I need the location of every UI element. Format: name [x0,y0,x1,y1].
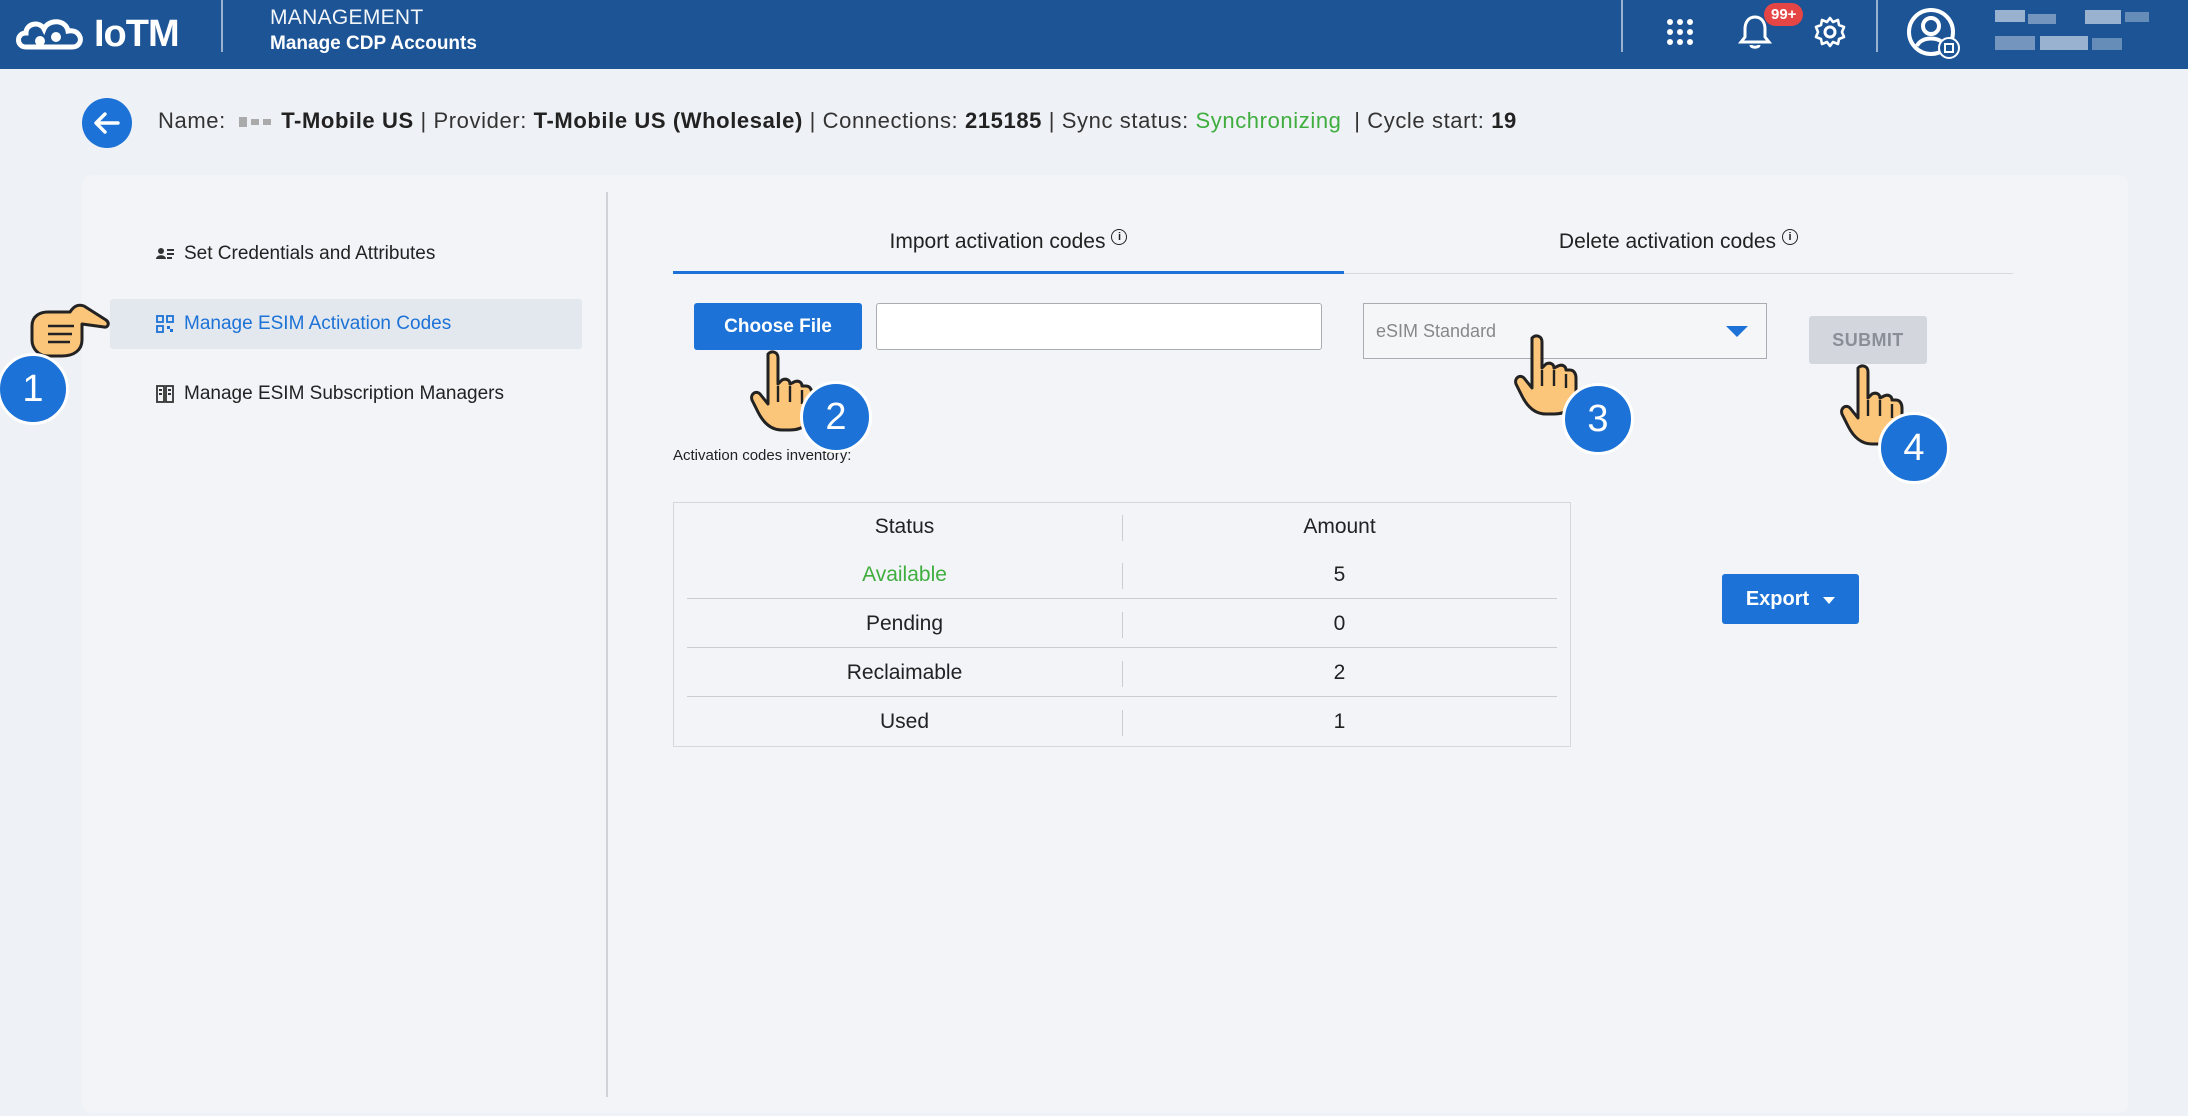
info-icon: i [1111,229,1128,245]
sync-status-label: | Sync status: [1048,108,1189,133]
provider-label: | Provider: [420,108,527,133]
choose-file-button[interactable]: Choose File [694,303,862,350]
inventory-table: Status Amount Available 5 Pending 0 Recl… [673,502,1571,747]
select-value: eSIM Standard [1376,320,1497,341]
sidebar-item-label: Set Credentials and Attributes [184,243,436,264]
file-name-field[interactable] [876,303,1322,350]
credentials-icon [156,248,174,259]
amount-cell: 0 [1122,600,1557,647]
export-label: Export [1745,587,1810,610]
tab-label: Delete activation codes [1558,230,1777,253]
status-cell: Pending [865,611,944,635]
section-title: MANAGEMENT [270,6,424,29]
top-bar: IoTM MANAGEMENT Manage CDP Accounts 99+ [0,0,2188,69]
cycle-start-value: 19 [1491,108,1517,133]
column-header-status: Status [874,515,935,538]
back-button[interactable] [82,98,132,148]
column-header-amount: Amount [1122,503,1557,551]
divider [221,0,223,52]
apps-grid-icon[interactable] [1658,10,1702,54]
name-value: T-Mobile US [281,108,414,133]
sidebar-item-credentials[interactable]: Set Credentials and Attributes [110,229,582,279]
user-avatar-icon[interactable] [1905,4,1963,62]
connections-label: | Connections: [809,108,959,133]
table-row: Pending 0 [687,600,1557,648]
cycle-start-label: | Cycle start: [1354,108,1485,133]
status-cell: Reclaimable [846,660,963,684]
sidebar-item-esim-subscription-managers[interactable]: Manage ESIM Subscription Managers [110,369,582,419]
info-icon: i [1782,229,1799,245]
cloud-logo-icon [16,19,83,50]
tab-import-activation-codes[interactable]: Import activation codes i [673,210,1344,274]
step-badge: 3 [1562,383,1634,455]
name-label: Name: [158,108,226,133]
submit-button[interactable]: SUBMIT [1809,316,1927,364]
export-button[interactable]: Export [1722,574,1859,624]
step-badge: 4 [1878,412,1950,484]
amount-cell: 1 [1122,698,1557,746]
logo-text: IoTM [94,12,180,55]
amount-cell: 2 [1122,649,1557,696]
caret-down-icon [1823,596,1836,604]
chevron-down-icon [1726,326,1748,337]
sync-status-value: Synchronizing [1195,108,1342,133]
page-heading: MANAGEMENT Manage CDP Accounts [270,6,477,55]
logo[interactable]: IoTM [12,6,180,62]
page-subtitle: Manage CDP Accounts [270,33,477,54]
table-header: Status Amount [687,503,1557,551]
active-tab-indicator [673,271,1344,274]
step-badge: 1 [0,353,69,425]
sidebar-item-label: Manage ESIM Subscription Managers [184,383,504,404]
sidebar-item-esim-activation-codes[interactable]: Manage ESIM Activation Codes [110,299,582,349]
pointing-hand-icon [30,303,110,358]
tab-delete-activation-codes[interactable]: Delete activation codes i [1344,210,2013,274]
provider-value: T-Mobile US (Wholesale) [533,108,803,133]
table-row: Available 5 [687,551,1557,599]
sidebar-item-label: Manage ESIM Activation Codes [184,313,452,334]
gear-icon[interactable] [1808,10,1852,54]
table-row: Used 1 [687,698,1557,746]
account-info: Name: T-Mobile US | Provider: T-Mobile U… [158,108,1517,134]
sim-card-icon [156,385,174,403]
notification-badge: 99+ [1764,3,1804,26]
status-cell: Used [879,710,930,733]
divider [1876,0,1878,52]
tab-label: Import activation codes [889,230,1106,253]
table-row: Reclaimable 2 [687,649,1557,697]
amount-cell: 5 [1122,551,1557,598]
divider [1621,0,1623,52]
qr-code-icon [156,315,174,333]
connections-value: 215185 [964,108,1042,133]
status-cell: Available [862,562,947,586]
step-badge: 2 [800,381,872,453]
arrow-left-icon [94,112,120,134]
sidebar-divider [606,192,608,1097]
